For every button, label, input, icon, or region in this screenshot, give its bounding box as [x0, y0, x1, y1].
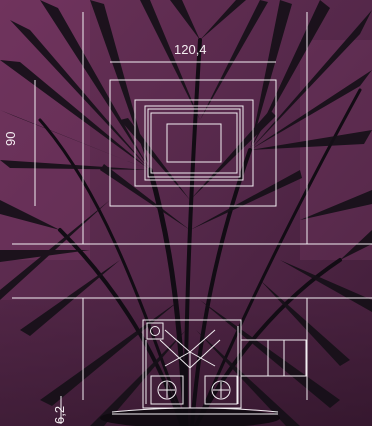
technical-drawing-canvas: 120,4 90 6,2	[0, 0, 372, 426]
switch-frame-core	[150, 112, 238, 174]
depth-dimension-label: 6,2	[52, 405, 67, 424]
v-cut-left	[164, 329, 216, 353]
switch-rocker	[166, 123, 222, 163]
switch-frame-inner	[147, 108, 241, 178]
terminal-square	[146, 322, 164, 340]
front-plate-profile	[111, 407, 279, 413]
switch-frame-outer	[144, 105, 244, 181]
terminal-screw-small	[150, 326, 160, 336]
right-wing	[241, 339, 307, 377]
width-dimension-label: 120,4	[174, 42, 207, 57]
mechanism-housing	[142, 319, 242, 409]
line-drawing	[12, 12, 372, 424]
height-dimension-label: 90	[3, 131, 18, 146]
section-detail	[142, 319, 307, 409]
